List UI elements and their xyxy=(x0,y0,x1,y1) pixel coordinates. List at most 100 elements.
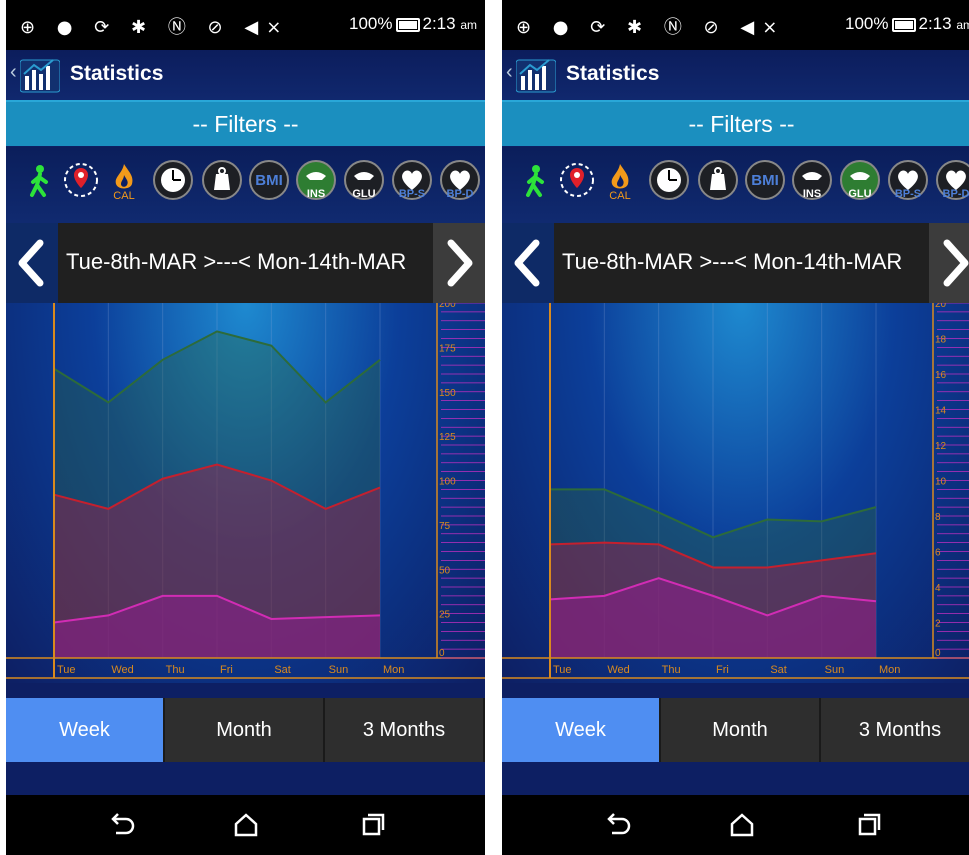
y-tick-label: 8 xyxy=(935,512,941,523)
chevron-right-icon xyxy=(943,239,969,287)
status-icons: ⊕ ● ⟳ ✱ Ⓝ ⊘ ◀× xyxy=(20,17,290,38)
app-bar: ‹ Statistics xyxy=(502,50,969,102)
date-navigator: Tue-8th-MAR >---< Mon-14th-MAR xyxy=(502,223,969,303)
x-tick-label: Mon xyxy=(383,664,404,676)
filter-icon-row: CAL BMI INS GLU BP-S BP-D xyxy=(6,147,485,223)
tab-month[interactable]: Month xyxy=(165,698,325,762)
back-nav-icon[interactable] xyxy=(106,810,136,840)
filters-button[interactable]: -- Filters -- xyxy=(6,102,485,146)
timer-icon[interactable] xyxy=(649,160,689,200)
y-tick-label: 4 xyxy=(935,583,941,594)
chart-svg: 0 25 50 75 100 125 150 175 200 Tue Wed Thu Fri Sat Sun… xyxy=(6,303,485,679)
clock: 2:13 xyxy=(918,14,952,33)
y-tick-label: 125 xyxy=(439,432,456,443)
bp-diastolic-label: BP-D xyxy=(446,188,474,200)
location-icon[interactable] xyxy=(557,160,597,200)
x-tick-label: Fri xyxy=(220,664,233,676)
insulin-icon[interactable]: INS xyxy=(296,160,336,200)
bmi-label: BMI xyxy=(751,172,779,189)
walk-icon[interactable] xyxy=(19,160,59,200)
phone-screen-left: ⊕ ● ⟳ ✱ Ⓝ ⊘ ◀× 100% 2:13 am ‹ Statistics … xyxy=(6,0,485,855)
insulin-label: INS xyxy=(306,188,326,200)
chevron-right-icon xyxy=(447,239,473,287)
calorie-label: CAL xyxy=(609,190,631,202)
x-tick-label: Wed xyxy=(607,664,629,676)
x-tick-label: Sat xyxy=(770,664,787,676)
timer-icon[interactable] xyxy=(153,160,193,200)
back-icon[interactable]: ‹ xyxy=(506,61,513,84)
filter-icon-row: CAL BMI INS GLU BP-S BP-D xyxy=(502,147,969,223)
tab-3-months[interactable]: 3 Months xyxy=(325,698,485,762)
walk-icon[interactable] xyxy=(515,160,555,200)
battery-percent: 100% xyxy=(845,14,889,33)
weight-icon[interactable] xyxy=(202,160,242,200)
weight-icon[interactable] xyxy=(698,160,738,200)
bp-systolic-icon[interactable]: BP-S xyxy=(392,160,432,200)
insulin-icon[interactable]: INS xyxy=(792,160,832,200)
bmi-label: BMI xyxy=(255,172,283,189)
x-tick-label: Sun xyxy=(825,664,845,676)
y-tick-label: 200 xyxy=(439,303,456,310)
home-nav-icon[interactable] xyxy=(727,810,757,840)
y-tick-label: 150 xyxy=(439,388,456,399)
bp-diastolic-label: BP-D xyxy=(942,188,969,200)
tab-month[interactable]: Month xyxy=(661,698,821,762)
date-range-label: Tue-8th-MAR >---< Mon-14th-MAR xyxy=(562,249,903,274)
y-tick-label: 25 xyxy=(439,610,451,621)
date-navigator: Tue-8th-MAR >---< Mon-14th-MAR xyxy=(6,223,485,303)
y-tick-label: 175 xyxy=(439,343,456,354)
y-tick-label: 20 xyxy=(935,303,947,310)
y-tick-label: 100 xyxy=(439,477,456,488)
status-right: 100% 2:13 am xyxy=(845,14,969,34)
period-tabs: Week Month 3 Months xyxy=(502,698,969,762)
recents-nav-icon[interactable] xyxy=(854,810,884,840)
y-tick-label: 16 xyxy=(935,370,947,381)
period-tabs: Week Month 3 Months xyxy=(6,698,485,762)
clock: 2:13 xyxy=(422,14,456,33)
x-tick-label: Tue xyxy=(553,664,572,676)
y-tick-label: 18 xyxy=(935,335,947,346)
recents-nav-icon[interactable] xyxy=(358,810,388,840)
statistics-chart: 0 25 50 75 100 125 150 175 200 Tue Wed Thu Fri Sat Sun… xyxy=(6,303,485,683)
x-tick-label: Sat xyxy=(274,664,291,676)
back-nav-icon[interactable] xyxy=(602,810,632,840)
y-tick-label: 12 xyxy=(935,441,947,452)
bmi-icon[interactable]: BMI xyxy=(249,160,289,200)
clock-suffix: am xyxy=(460,18,477,32)
battery-percent: 100% xyxy=(349,14,393,33)
calorie-icon[interactable]: CAL xyxy=(104,160,144,202)
bp-systolic-label: BP-S xyxy=(398,188,426,200)
filters-button[interactable]: -- Filters -- xyxy=(502,102,969,146)
bp-systolic-label: BP-S xyxy=(894,188,922,200)
y-tick-label: 50 xyxy=(439,565,451,576)
bmi-icon[interactable]: BMI xyxy=(745,160,785,200)
y-tick-label: 10 xyxy=(935,477,947,488)
y-tick-label: 0 xyxy=(439,648,445,659)
tab-week[interactable]: Week xyxy=(502,698,661,762)
chevron-left-icon xyxy=(514,239,540,287)
location-icon[interactable] xyxy=(61,160,101,200)
glucose-icon[interactable]: GLU xyxy=(344,160,384,200)
bp-diastolic-icon[interactable]: BP-D xyxy=(440,160,480,200)
y-tick-label: 6 xyxy=(935,548,941,559)
calorie-icon[interactable]: CAL xyxy=(600,160,640,202)
app-bar: ‹ Statistics xyxy=(6,50,485,102)
nav-bar xyxy=(6,795,485,855)
statistics-chart: 0 2 4 6 8 10 12 14 16 18 20 Tue Wed Thu Fri Sat Sun Mon xyxy=(502,303,969,683)
clock-suffix: am xyxy=(956,18,969,32)
tab-3-months[interactable]: 3 Months xyxy=(821,698,969,762)
x-tick-label: Wed xyxy=(111,664,133,676)
x-tick-label: Thu xyxy=(166,664,185,676)
y-tick-label: 14 xyxy=(935,406,947,417)
tab-week[interactable]: Week xyxy=(6,698,165,762)
bp-diastolic-icon[interactable]: BP-D xyxy=(936,160,969,200)
glucose-icon[interactable]: GLU xyxy=(840,160,880,200)
next-week-button[interactable] xyxy=(433,223,485,303)
previous-week-button[interactable] xyxy=(6,223,58,303)
bp-systolic-icon[interactable]: BP-S xyxy=(888,160,928,200)
statistics-logo-icon xyxy=(516,59,556,93)
home-nav-icon[interactable] xyxy=(231,810,261,840)
back-icon[interactable]: ‹ xyxy=(10,61,17,84)
previous-week-button[interactable] xyxy=(502,223,554,303)
next-week-button[interactable] xyxy=(929,223,969,303)
